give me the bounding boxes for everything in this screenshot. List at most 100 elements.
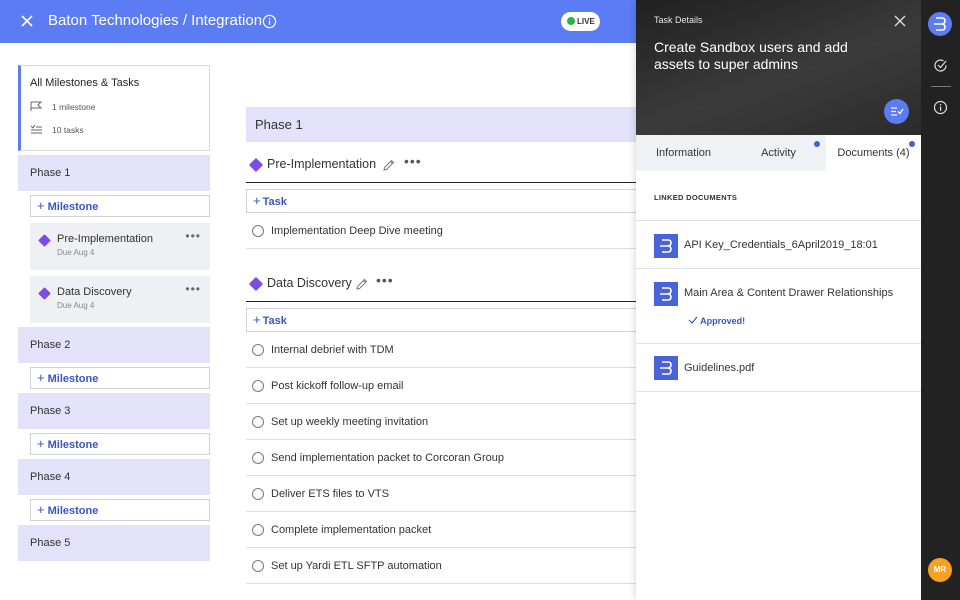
task-title: Internal debrief with TDM xyxy=(271,343,394,356)
task-name: Create Sandbox users and add assets to s… xyxy=(654,39,848,72)
tab-information[interactable]: Information xyxy=(636,135,731,171)
task-count: 10 tasks xyxy=(52,124,84,135)
task-title: Set up Yardi ETL SFTP automation xyxy=(271,559,442,572)
task-checkbox[interactable] xyxy=(252,343,264,356)
sidebar-phase-5[interactable]: Phase 5 xyxy=(18,525,210,561)
tab-label: Documents (4) xyxy=(837,147,910,159)
task-title: Set up weekly meeting invitation xyxy=(271,415,429,428)
all-milestones-title: All Milestones & Tasks xyxy=(30,77,140,89)
task-row[interactable]: Send implementation packet to Corcoran G… xyxy=(246,440,636,476)
task-row[interactable]: Internal debrief with TDM xyxy=(246,332,636,368)
task-row[interactable]: Set up weekly meeting invitation xyxy=(246,404,636,440)
milestone-diamond-icon xyxy=(38,234,51,247)
document-name: Guidelines.pdf xyxy=(684,362,755,374)
action-fab-button[interactable] xyxy=(884,99,909,124)
task-row[interactable]: Deliver ETS files to VTS xyxy=(246,476,636,512)
document-logo-icon xyxy=(654,234,678,258)
info-icon[interactable] xyxy=(262,14,277,29)
milestone-title: Pre-Implementation xyxy=(267,157,377,171)
task-checkbox[interactable] xyxy=(252,224,264,237)
plus-icon: + xyxy=(37,436,45,451)
add-task-button[interactable]: + Task xyxy=(246,308,636,332)
add-milestone-label: Milestone xyxy=(47,201,99,213)
user-avatar[interactable]: MR xyxy=(928,558,952,582)
tab-label: Information xyxy=(655,147,712,159)
sidebar-milestone-pre-implementation[interactable]: Pre-Implementation Due Aug 4 ••• xyxy=(30,223,210,270)
document-name: Main Area & Content Drawer Relationships xyxy=(684,287,894,299)
close-icon[interactable] xyxy=(19,13,35,29)
flag-icon xyxy=(30,101,43,111)
plus-icon: + xyxy=(37,370,45,385)
milestone-due-date: Due Aug 4 xyxy=(57,301,95,310)
info-icon[interactable] xyxy=(933,100,948,115)
milestone-header-data-discovery: Data Discovery ••• xyxy=(246,261,636,302)
more-options-icon[interactable]: ••• xyxy=(404,153,422,169)
approved-label: Approved! xyxy=(700,316,746,326)
task-title: Post kickoff follow-up email xyxy=(271,379,404,392)
drawer-header: Task Details Create Sandbox users and ad… xyxy=(636,0,921,135)
document-item[interactable]: Main Area & Content Drawer Relationships… xyxy=(636,269,921,344)
plus-icon: + xyxy=(37,198,45,213)
document-logo-icon xyxy=(654,282,678,306)
add-milestone-button[interactable]: + Milestone xyxy=(30,433,210,455)
add-milestone-button[interactable]: + Milestone xyxy=(30,195,210,217)
live-status-badge: LIVE xyxy=(561,12,600,31)
check-circle-icon[interactable] xyxy=(933,58,948,73)
task-title: Deliver ETS files to VTS xyxy=(271,487,389,500)
phase-title: Phase 1 xyxy=(246,107,636,142)
sidebar-milestone-data-discovery[interactable]: Data Discovery Due Aug 4 ••• xyxy=(30,276,210,323)
sidebar-phase-2[interactable]: Phase 2 xyxy=(18,327,210,363)
task-title: Send implementation packet to Corcoran G… xyxy=(271,451,504,464)
task-checkbox[interactable] xyxy=(252,415,264,428)
task-checkbox[interactable] xyxy=(252,379,264,392)
task-checkbox[interactable] xyxy=(252,559,264,572)
close-icon[interactable] xyxy=(894,15,906,27)
right-rail: MR xyxy=(921,0,960,600)
live-dot-icon xyxy=(567,17,575,25)
more-options-icon[interactable]: ••• xyxy=(376,272,394,288)
add-milestone-label: Milestone xyxy=(47,439,99,451)
milestone-count: 1 milestone xyxy=(52,101,96,112)
milestone-sidebar: All Milestones & Tasks 1 milestone 10 ta… xyxy=(18,65,210,561)
add-task-button[interactable]: + Task xyxy=(246,189,636,213)
more-options-icon[interactable]: ••• xyxy=(185,229,201,243)
baton-logo-icon[interactable] xyxy=(928,12,952,36)
sidebar-phase-3[interactable]: Phase 3 xyxy=(18,393,210,429)
pencil-icon[interactable] xyxy=(382,158,396,172)
pencil-icon[interactable] xyxy=(355,277,369,291)
linked-documents-label: LINKED DOCUMENTS xyxy=(636,171,921,221)
all-milestones-card[interactable]: All Milestones & Tasks 1 milestone 10 ta… xyxy=(18,65,210,151)
drawer-tabs: Information Activity Documents (4) xyxy=(636,135,921,171)
task-details-drawer: Task Details Create Sandbox users and ad… xyxy=(636,0,921,600)
task-row[interactable]: Complete implementation packet xyxy=(246,512,636,548)
task-count-row: 10 tasks xyxy=(30,124,200,135)
milestone-title: Data Discovery xyxy=(267,276,352,290)
task-checkbox[interactable] xyxy=(252,487,264,500)
more-options-icon[interactable]: ••• xyxy=(185,282,201,296)
add-milestone-button[interactable]: + Milestone xyxy=(30,499,210,521)
task-action-icon xyxy=(891,107,904,116)
tab-documents[interactable]: Documents (4) xyxy=(826,135,921,171)
live-label: LIVE xyxy=(577,17,595,26)
task-checkbox[interactable] xyxy=(252,523,264,536)
add-task-label: Task xyxy=(262,196,287,208)
document-item[interactable]: API Key_Credentials_6April2019_18:01 xyxy=(636,221,921,269)
tab-activity[interactable]: Activity xyxy=(731,135,826,171)
task-row[interactable]: Post kickoff follow-up email xyxy=(246,368,636,404)
task-checkbox[interactable] xyxy=(252,451,264,464)
sidebar-phase-1[interactable]: Phase 1 xyxy=(18,155,210,191)
milestone-diamond-icon xyxy=(248,276,264,292)
notification-dot-icon xyxy=(814,141,820,147)
add-milestone-label: Milestone xyxy=(47,373,99,385)
sidebar-phase-4[interactable]: Phase 4 xyxy=(18,459,210,495)
plus-icon: + xyxy=(253,312,261,327)
task-row[interactable]: Set up Yardi ETL SFTP automation xyxy=(246,548,636,584)
add-milestone-button[interactable]: + Milestone xyxy=(30,367,210,389)
document-item[interactable]: Guidelines.pdf xyxy=(636,344,921,392)
document-logo-icon xyxy=(654,356,678,380)
task-list-icon xyxy=(30,124,42,134)
task-row[interactable]: Implementation Deep Dive meeting xyxy=(246,213,636,249)
tab-label: Activity xyxy=(761,147,796,159)
task-title: Implementation Deep Dive meeting xyxy=(271,224,443,237)
plus-icon: + xyxy=(37,502,45,517)
